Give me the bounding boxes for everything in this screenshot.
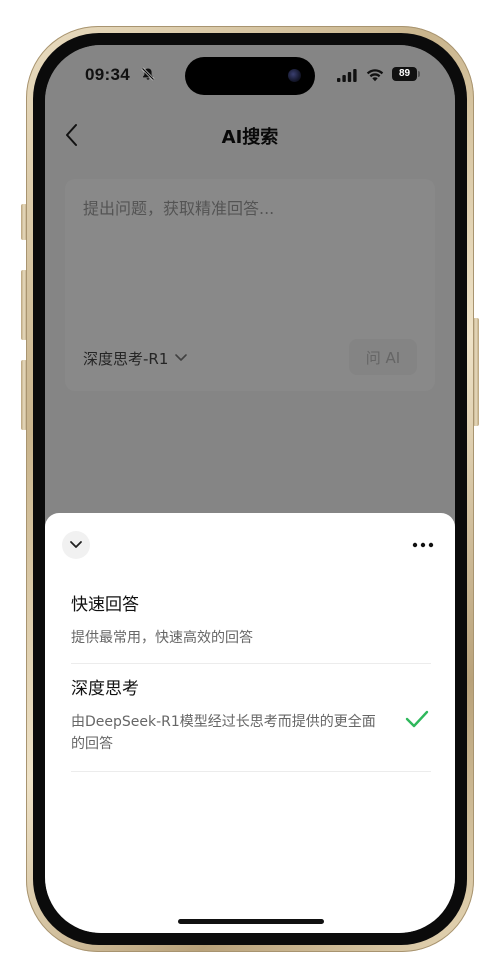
chevron-down-icon [70, 541, 82, 548]
battery-level: 89 [398, 68, 411, 79]
wifi-icon [366, 69, 384, 82]
status-time: 09:34 [85, 65, 130, 84]
battery-cap [418, 71, 420, 77]
option-description: 由DeepSeek-R1模型经过长思考而提供的更全面的回答 [71, 714, 376, 752]
camera-icon [288, 69, 301, 82]
option-title: 快速回答 [71, 595, 139, 615]
screen: 09:34 89 AI搜索 提出问题，获取精准回答... 深度思考-R1 问 A… [45, 45, 455, 933]
bell-mute-icon [141, 67, 155, 81]
battery-icon: 89 [392, 67, 417, 81]
more-horizontal-icon[interactable] [411, 537, 435, 553]
collapse-button[interactable] [62, 531, 90, 559]
phone-mockup: 09:34 89 AI搜索 提出问题，获取精准回答... 深度思考-R1 问 A… [0, 0, 500, 978]
dynamic-island [185, 57, 315, 95]
status-bar: 09:34 89 [45, 45, 455, 103]
mode-bottom-sheet: 快速回答 提供最常用，快速高效的回答 深度思考 由DeepSeek-R1模型经过… [45, 513, 455, 933]
check-icon [405, 710, 429, 728]
home-indicator[interactable] [178, 919, 324, 924]
option-description: 提供最常用，快速高效的回答 [71, 630, 253, 646]
divider [71, 771, 431, 772]
option-deep-thinking[interactable]: 深度思考 由DeepSeek-R1模型经过长思考而提供的更全面的回答 [71, 677, 431, 755]
option-quick-answer[interactable]: 快速回答 提供最常用，快速高效的回答 [71, 593, 431, 649]
divider [71, 663, 431, 664]
signal-icon [337, 69, 357, 82]
option-title: 深度思考 [71, 679, 139, 699]
